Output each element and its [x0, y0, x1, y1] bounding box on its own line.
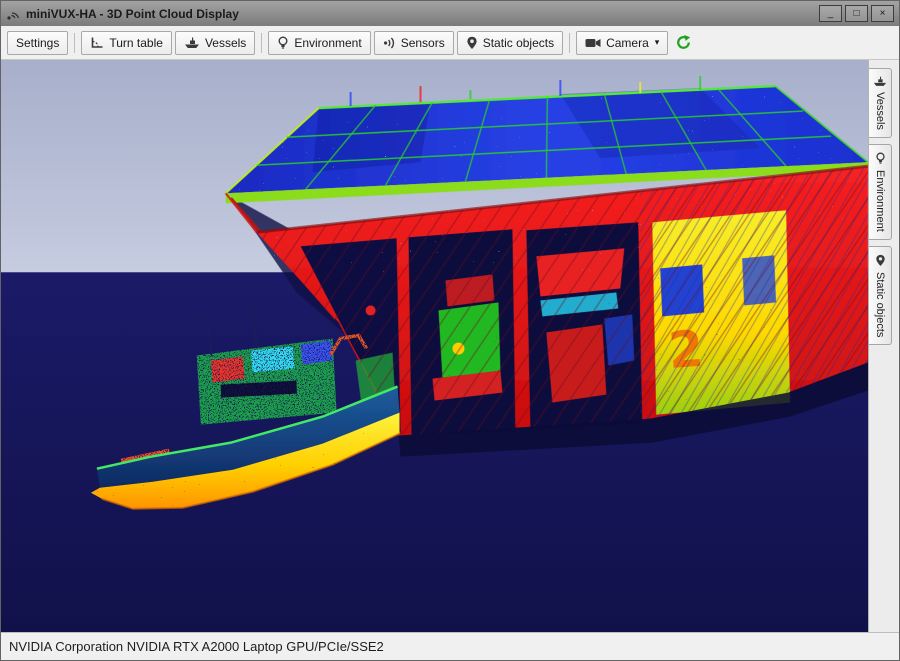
- turn-table-button[interactable]: Turn table: [81, 31, 172, 55]
- side-tab-vessels-label: Vessels: [874, 92, 886, 130]
- vessels-button[interactable]: Vessels: [175, 31, 255, 55]
- maximize-button[interactable]: □: [845, 5, 868, 22]
- side-tab-strip: Vessels Environment Static objects: [868, 60, 899, 632]
- settings-label: Settings: [16, 36, 59, 50]
- settings-button[interactable]: Settings: [7, 31, 68, 55]
- sensors-label: Sensors: [401, 36, 445, 50]
- camera-label: Camera: [606, 36, 649, 50]
- app-icon: [6, 7, 20, 21]
- title-bar[interactable]: miniVUX-HA - 3D Point Cloud Display _ □ …: [1, 1, 899, 26]
- pointcloud-canvas: 2: [1, 60, 868, 632]
- static-objects-label: Static objects: [483, 36, 554, 50]
- status-bar: NVIDIA Corporation NVIDIA RTX A2000 Lapt…: [1, 632, 899, 660]
- toolbar-separator: [569, 33, 570, 53]
- turn-table-label: Turn table: [109, 36, 163, 50]
- minimize-button[interactable]: _: [819, 5, 842, 22]
- side-tab-static-objects[interactable]: Static objects: [869, 246, 892, 345]
- side-tab-vessels[interactable]: Vessels: [869, 68, 892, 138]
- lightbulb-icon: [875, 152, 886, 165]
- window-controls: _ □ ×: [819, 5, 894, 22]
- side-tab-environment[interactable]: Environment: [869, 144, 892, 240]
- ship-icon: [184, 37, 200, 49]
- camera-button[interactable]: Camera ▾: [576, 31, 668, 55]
- toolbar-separator: [74, 33, 75, 53]
- vessels-label: Vessels: [205, 36, 246, 50]
- ship-icon: [873, 76, 887, 87]
- turn-table-icon: [90, 36, 104, 49]
- close-button[interactable]: ×: [871, 5, 894, 22]
- refresh-icon: [675, 34, 692, 51]
- map-pin-icon: [466, 36, 478, 50]
- app-window: miniVUX-HA - 3D Point Cloud Display _ □ …: [0, 0, 900, 661]
- environment-label: Environment: [294, 36, 361, 50]
- static-objects-button[interactable]: Static objects: [457, 31, 563, 55]
- refresh-button[interactable]: [671, 31, 696, 55]
- environment-button[interactable]: Environment: [268, 31, 370, 55]
- toolbar-separator: [261, 33, 262, 53]
- sensors-button[interactable]: Sensors: [374, 31, 454, 55]
- side-tab-environment-label: Environment: [874, 170, 886, 232]
- chevron-down-icon: ▾: [655, 37, 660, 48]
- side-tab-static-objects-label: Static objects: [874, 272, 886, 337]
- sensor-waves-icon: [383, 36, 396, 50]
- camera-icon: [585, 37, 601, 49]
- main-toolbar: Settings Turn table Vessels: [1, 26, 899, 60]
- main-area: 2: [1, 60, 899, 632]
- map-pin-icon: [875, 254, 886, 267]
- window-title: miniVUX-HA - 3D Point Cloud Display: [26, 7, 239, 21]
- gpu-status-text: NVIDIA Corporation NVIDIA RTX A2000 Lapt…: [9, 639, 384, 654]
- lightbulb-icon: [277, 36, 289, 50]
- pointcloud-viewport[interactable]: 2: [1, 60, 868, 632]
